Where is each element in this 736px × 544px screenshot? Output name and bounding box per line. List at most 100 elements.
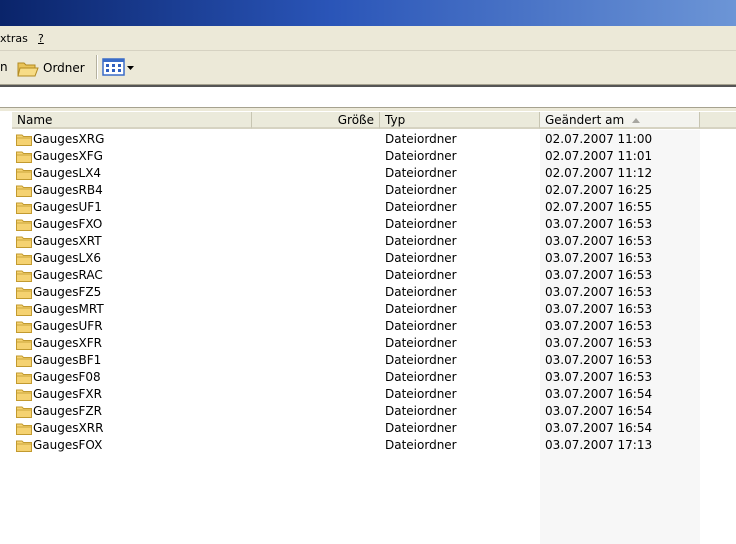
folder-open-icon xyxy=(17,62,39,77)
folder-icon xyxy=(16,134,32,146)
file-type: Dateiordner xyxy=(385,132,457,146)
file-row[interactable]: GaugesXRG Dateiordner 02.07.2007 11:00 xyxy=(14,131,714,148)
toolbar-partial-button[interactable]: n xyxy=(0,60,8,74)
file-name: GaugesXFG xyxy=(33,149,103,163)
file-modified: 03.07.2007 16:53 xyxy=(545,370,653,384)
file-row[interactable]: GaugesBF1 Dateiordner 03.07.2007 16:53 xyxy=(14,352,714,369)
folder-icon xyxy=(16,406,32,418)
file-name: GaugesFOX xyxy=(33,438,103,452)
file-type: Dateiordner xyxy=(385,438,457,452)
file-modified: 03.07.2007 16:53 xyxy=(545,234,653,248)
file-row[interactable]: GaugesMRT Dateiordner 03.07.2007 16:53 xyxy=(14,301,714,318)
file-list: GaugesXRG Dateiordner 02.07.2007 11:00 Gaug… xyxy=(14,131,714,454)
chevron-down-icon xyxy=(127,66,134,70)
file-name: GaugesXRR xyxy=(33,421,104,435)
file-row[interactable]: GaugesF08 Dateiordner 03.07.2007 16:53 xyxy=(14,369,714,386)
folder-icon xyxy=(16,338,32,350)
file-row[interactable]: GaugesLX6 Dateiordner 03.07.2007 16:53 xyxy=(14,250,714,267)
folder-icon xyxy=(16,253,32,265)
folder-icon xyxy=(16,287,32,299)
file-type: Dateiordner xyxy=(385,421,457,435)
file-name: GaugesRB4 xyxy=(33,183,103,197)
file-name: GaugesUFR xyxy=(33,319,103,333)
file-name: GaugesFZR xyxy=(33,404,102,418)
column-header-modified[interactable]: Geändert am xyxy=(540,112,700,129)
file-modified: 03.07.2007 16:54 xyxy=(545,421,653,435)
view-menu-icon xyxy=(102,58,125,76)
file-modified: 03.07.2007 16:53 xyxy=(545,353,653,367)
file-row[interactable]: GaugesRB4 Dateiordner 02.07.2007 16:25 xyxy=(14,182,714,199)
file-row[interactable]: GaugesXRT Dateiordner 03.07.2007 16:53 xyxy=(14,233,714,250)
file-name: GaugesFZ5 xyxy=(33,285,102,299)
file-type: Dateiordner xyxy=(385,217,457,231)
views-button[interactable] xyxy=(101,56,135,80)
folder-icon xyxy=(16,219,32,231)
file-row[interactable]: GaugesUFR Dateiordner 03.07.2007 16:53 xyxy=(14,318,714,335)
file-row[interactable]: GaugesRAC Dateiordner 03.07.2007 16:53 xyxy=(14,267,714,284)
column-header-filler xyxy=(700,112,736,129)
column-header-type[interactable]: Typ xyxy=(380,112,540,129)
column-header-name-label: Name xyxy=(17,113,53,127)
folder-icon xyxy=(16,304,32,316)
file-modified: 03.07.2007 16:54 xyxy=(545,387,653,401)
file-row[interactable]: GaugesFXO Dateiordner 03.07.2007 16:53 xyxy=(14,216,714,233)
file-name: GaugesXRT xyxy=(33,234,102,248)
file-modified: 03.07.2007 16:53 xyxy=(545,336,653,350)
file-row[interactable]: GaugesFXR Dateiordner 03.07.2007 16:54 xyxy=(14,386,714,403)
file-row[interactable]: GaugesXRR Dateiordner 03.07.2007 16:54 xyxy=(14,420,714,437)
column-header-type-label: Typ xyxy=(385,113,406,127)
file-modified: 03.07.2007 16:54 xyxy=(545,404,653,418)
file-modified: 03.07.2007 16:53 xyxy=(545,268,653,282)
file-name: GaugesXFR xyxy=(33,336,102,350)
file-type: Dateiordner xyxy=(385,387,457,401)
file-row[interactable]: GaugesXFG Dateiordner 02.07.2007 11:01 xyxy=(14,148,714,165)
folders-button[interactable]: Ordner xyxy=(14,55,88,81)
column-header-modified-label: Geändert am xyxy=(545,113,625,127)
file-row[interactable]: GaugesFZR Dateiordner 03.07.2007 16:54 xyxy=(14,403,714,420)
file-row[interactable]: GaugesUF1 Dateiordner 02.07.2007 16:55 xyxy=(14,199,714,216)
file-type: Dateiordner xyxy=(385,251,457,265)
column-header: Name Größe Typ Geändert am xyxy=(12,112,736,130)
column-header-name[interactable]: Name xyxy=(12,112,252,129)
toolbar-separator xyxy=(96,55,98,79)
address-bar[interactable] xyxy=(0,85,736,108)
folder-icon xyxy=(16,185,32,197)
file-row[interactable]: GaugesLX4 Dateiordner 02.07.2007 11:12 xyxy=(14,165,714,182)
menu-extras[interactable]: xtras xyxy=(0,32,28,45)
menu-help[interactable]: ? xyxy=(38,32,44,45)
file-name: GaugesXRG xyxy=(33,132,105,146)
folder-icon xyxy=(16,440,32,452)
file-type: Dateiordner xyxy=(385,404,457,418)
folder-icon xyxy=(16,321,32,333)
file-name: GaugesMRT xyxy=(33,302,104,316)
folder-icon xyxy=(16,270,32,282)
address-bar-divider xyxy=(0,108,736,111)
folders-button-label: Ordner xyxy=(43,61,85,75)
file-name: GaugesFXR xyxy=(33,387,102,401)
file-modified: 02.07.2007 11:12 xyxy=(545,166,653,180)
folder-icon xyxy=(16,168,32,180)
file-name: GaugesLX4 xyxy=(33,166,102,180)
file-type: Dateiordner xyxy=(385,336,457,350)
file-modified: 02.07.2007 11:01 xyxy=(545,149,653,163)
file-modified: 03.07.2007 16:53 xyxy=(545,285,653,299)
folder-icon xyxy=(16,423,32,435)
file-modified: 02.07.2007 16:55 xyxy=(545,200,653,214)
file-row[interactable]: GaugesXFR Dateiordner 03.07.2007 16:53 xyxy=(14,335,714,352)
file-modified: 03.07.2007 16:53 xyxy=(545,251,653,265)
file-row[interactable]: GaugesFZ5 Dateiordner 03.07.2007 16:53 xyxy=(14,284,714,301)
file-modified: 02.07.2007 11:00 xyxy=(545,132,653,146)
folder-icon xyxy=(16,151,32,163)
file-name: GaugesFXO xyxy=(33,217,103,231)
folder-icon xyxy=(16,202,32,214)
file-modified: 02.07.2007 16:25 xyxy=(545,183,653,197)
column-header-size[interactable]: Größe xyxy=(252,112,380,129)
file-modified: 03.07.2007 16:53 xyxy=(545,319,653,333)
file-type: Dateiordner xyxy=(385,234,457,248)
file-row[interactable]: GaugesFOX Dateiordner 03.07.2007 17:13 xyxy=(14,437,714,454)
file-modified: 03.07.2007 17:13 xyxy=(545,438,653,452)
file-type: Dateiordner xyxy=(385,200,457,214)
title-bar xyxy=(0,0,736,26)
file-name: GaugesRAC xyxy=(33,268,103,282)
menu-bar: xtras ? xyxy=(0,26,736,51)
